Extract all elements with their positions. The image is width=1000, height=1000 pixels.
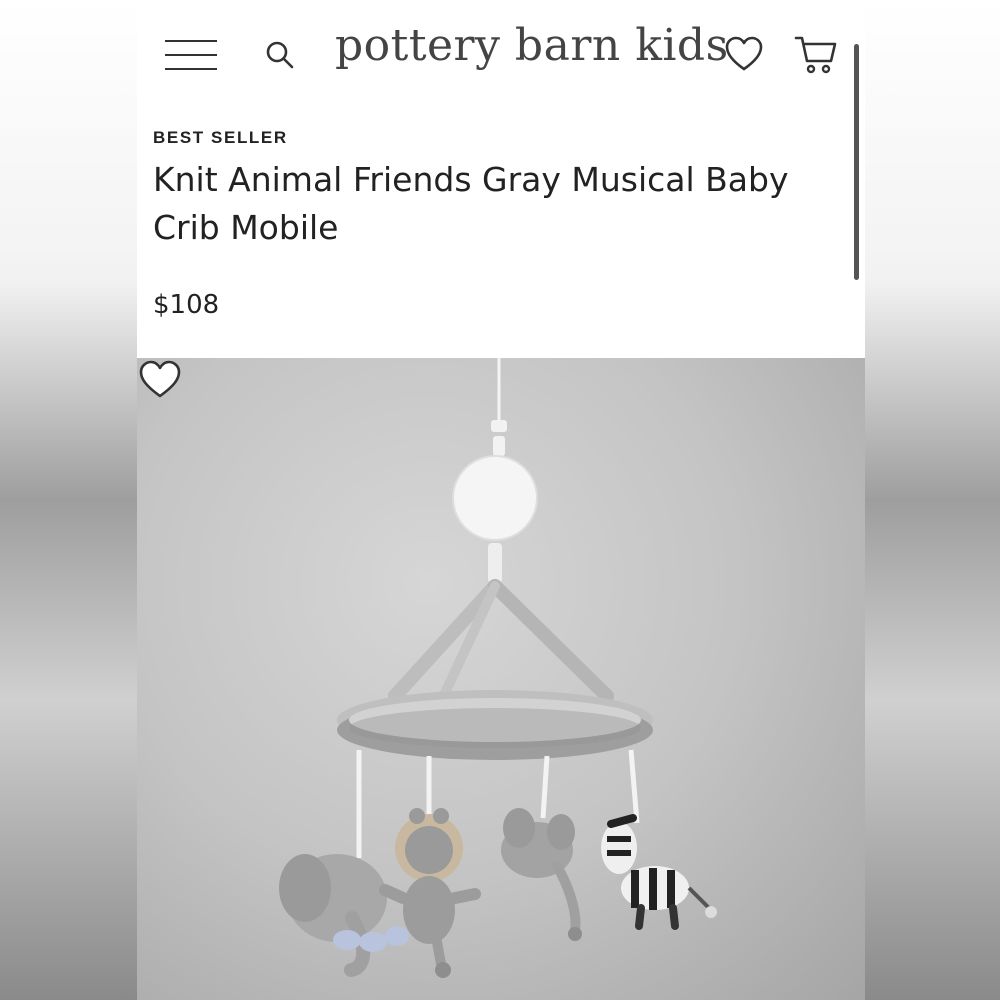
brand-logo[interactable]: pottery barn kids [335, 20, 728, 71]
crib-mobile-illustration [279, 358, 717, 978]
cart-icon[interactable] [793, 30, 841, 78]
product-title: Knit Animal Friends Gray Musical Baby Cr… [153, 160, 789, 247]
zebra-toy [601, 814, 717, 930]
lion-toy [379, 808, 481, 978]
product-price: $108 [153, 290, 220, 320]
search-icon[interactable] [263, 38, 297, 72]
scrollbar[interactable] [854, 44, 859, 280]
flying-elephant-toy [501, 808, 582, 941]
product-image[interactable] [137, 358, 865, 1000]
elephant-toy [279, 854, 409, 977]
best-seller-badge: BEST SELLER [153, 128, 288, 147]
heart-icon[interactable] [137, 358, 183, 400]
mobile-page: pottery barn kids BEST SELLER Knit Anima… [137, 0, 865, 1000]
hamburger-menu-icon[interactable] [165, 38, 217, 74]
heart-icon[interactable] [723, 34, 765, 76]
